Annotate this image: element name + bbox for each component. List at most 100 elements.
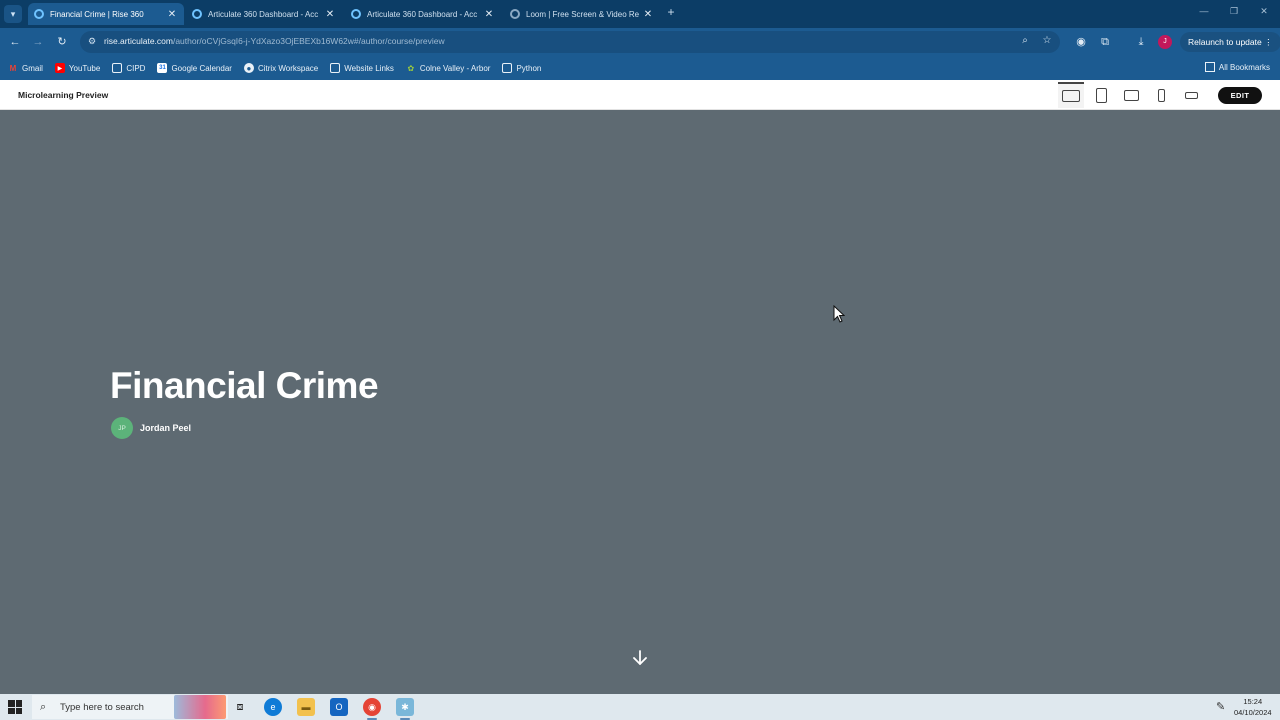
close-icon[interactable]: ✕ xyxy=(642,9,654,20)
phone-portrait-icon xyxy=(1157,88,1165,102)
relaunch-to-update-button[interactable]: Relaunch to update ⋮ xyxy=(1180,32,1280,52)
downloads-icon[interactable]: ⤓ xyxy=(1133,34,1149,50)
zoom-icon[interactable]: ⌕ xyxy=(1018,35,1032,49)
search-highlight-image xyxy=(174,695,226,719)
bookmark-citrix-workspace[interactable]: ● Citrix Workspace xyxy=(243,63,318,73)
bookmark-cipd[interactable]: CIPD xyxy=(112,63,145,73)
author-avatar: JP xyxy=(111,417,133,439)
tab-strip: ▾ Financial Crime | Rise 360 ✕ Articulat… xyxy=(0,0,1280,28)
extensions-puzzle-icon[interactable]: ⧉ xyxy=(1097,34,1113,50)
bookmark-label: Colne Valley - Arbor xyxy=(419,63,491,73)
tab-title: Loom | Free Screen & Video Re xyxy=(526,9,640,19)
articulate-favicon-icon xyxy=(351,9,361,19)
preview-header: Microlearning Preview EDIT xyxy=(0,80,1280,110)
system-clock[interactable]: 15:24 04/10/2024 xyxy=(1234,696,1272,718)
reload-icon[interactable]: ↻ xyxy=(54,34,70,50)
preview-title: Microlearning Preview xyxy=(18,90,109,100)
task-view-icon[interactable]: ⧈ xyxy=(231,698,249,716)
youtube-icon: ▶ xyxy=(54,63,65,73)
url-path: /author/oCVjGsqI6-j-YdXazo3OjEBEXb16W62w… xyxy=(172,36,445,46)
desktop-icon xyxy=(1062,90,1080,102)
taskbar: ⌕ Type here to search ⧈ e ▬ O ◉ ✱ ✎ 15:2… xyxy=(0,694,1280,720)
site-info-icon[interactable]: ⚙ xyxy=(88,36,100,48)
taskbar-search[interactable]: ⌕ Type here to search xyxy=(32,695,228,719)
bookmark-gmail[interactable]: M Gmail xyxy=(8,63,43,73)
bookmark-website-links[interactable]: Website Links xyxy=(330,63,394,73)
back-icon[interactable]: ← xyxy=(7,34,23,50)
tab-financial-crime[interactable]: Financial Crime | Rise 360 ✕ xyxy=(28,3,184,25)
author-row: JP Jordan Peel xyxy=(111,417,191,439)
search-icon: ⌕ xyxy=(40,700,47,713)
bookmark-python[interactable]: Python xyxy=(502,63,541,73)
bookmark-label: Python xyxy=(516,63,542,73)
bookmarks-bar: M Gmail ▶ YouTube CIPD 31 Google Calenda… xyxy=(0,56,1280,80)
citrix-icon: ● xyxy=(243,63,254,73)
address-bar[interactable]: ⚙ rise.articulate.com/author/oCVjGsqI6-j… xyxy=(80,31,1060,53)
tab-title: Articulate 360 Dashboard - Acc xyxy=(367,9,478,19)
mouse-cursor-icon xyxy=(833,305,845,323)
bookmark-label: Google Calendar xyxy=(171,63,232,73)
window-close-icon[interactable]: ✕ xyxy=(1256,6,1272,17)
minimize-icon[interactable]: — xyxy=(1196,6,1212,16)
bookmark-star-icon[interactable]: ☆ xyxy=(1040,35,1054,49)
tablet-landscape-icon xyxy=(1123,89,1139,101)
tab-articulate-dashboard-2[interactable]: Articulate 360 Dashboard - Acc ✕ xyxy=(345,3,501,25)
bookmark-label: Gmail xyxy=(22,63,43,73)
new-tab-icon[interactable]: + xyxy=(664,5,678,21)
bookmark-google-calendar[interactable]: 31 Google Calendar xyxy=(157,63,232,73)
close-icon[interactable]: ✕ xyxy=(483,9,495,20)
clock-time: 15:24 xyxy=(1243,697,1263,706)
phone-landscape-icon xyxy=(1184,91,1198,99)
bookmark-label: CIPD xyxy=(126,63,146,73)
scroll-down-arrow-icon[interactable] xyxy=(630,648,650,668)
clock-date: 04/10/2024 xyxy=(1234,708,1272,717)
folder-icon xyxy=(112,63,123,73)
loom-app-icon[interactable]: ✱ xyxy=(396,698,414,720)
taskbar-search-placeholder: Type here to search xyxy=(60,701,144,713)
tablet-portrait-icon xyxy=(1095,87,1107,103)
bookmark-label: YouTube xyxy=(68,63,101,73)
all-bookmarks-label: All Bookmarks xyxy=(1218,62,1270,72)
close-icon[interactable]: ✕ xyxy=(166,9,178,20)
tab-title: Articulate 360 Dashboard - Acc xyxy=(208,9,319,19)
browser-toolbar: ← → ↻ ⚙ rise.articulate.com/author/oCVjG… xyxy=(0,28,1280,56)
restore-icon[interactable]: ❐ xyxy=(1226,6,1242,17)
url-text: rise.articulate.com/author/oCVjGsqI6-j-Y… xyxy=(104,36,445,46)
loom-favicon-icon xyxy=(510,9,520,19)
bookmark-colne-valley-arbor[interactable]: ✿ Colne Valley - Arbor xyxy=(406,63,491,73)
profile-avatar[interactable]: J xyxy=(1158,35,1172,49)
calendar-icon: 31 xyxy=(157,63,168,73)
tablet-landscape-view-button[interactable] xyxy=(1118,82,1144,108)
extension-badge-icon[interactable]: ◉ xyxy=(1073,34,1089,50)
relaunch-label: Relaunch to update xyxy=(1188,37,1262,47)
close-icon[interactable]: ✕ xyxy=(324,9,336,20)
chrome-icon[interactable]: ◉ xyxy=(363,698,381,720)
windows-start-icon[interactable] xyxy=(8,700,22,714)
course-cover: Financial Crime JP Jordan Peel xyxy=(0,111,1280,694)
articulate-favicon-icon xyxy=(192,9,202,19)
folder-icon xyxy=(502,63,513,73)
tab-title: Financial Crime | Rise 360 xyxy=(50,9,144,19)
gmail-icon: M xyxy=(9,63,17,73)
author-name: Jordan Peel xyxy=(140,423,192,433)
tablet-portrait-view-button[interactable] xyxy=(1088,82,1114,108)
phone-landscape-view-button[interactable] xyxy=(1178,82,1204,108)
tab-loom[interactable]: Loom | Free Screen & Video Re ✕ xyxy=(504,3,660,25)
edge-icon[interactable]: e xyxy=(264,698,282,716)
forward-icon[interactable]: → xyxy=(30,34,46,50)
desktop-view-button[interactable] xyxy=(1058,82,1084,108)
all-bookmarks-button[interactable]: All Bookmarks xyxy=(1204,62,1270,72)
pen-tray-icon[interactable]: ✎ xyxy=(1216,700,1225,713)
bookmark-label: Website Links xyxy=(344,63,394,73)
file-explorer-icon[interactable]: ▬ xyxy=(297,698,315,716)
phone-portrait-view-button[interactable] xyxy=(1148,82,1174,108)
edit-button[interactable]: EDIT xyxy=(1218,87,1262,104)
url-host: rise.articulate.com xyxy=(104,36,173,46)
tab-articulate-dashboard-1[interactable]: Articulate 360 Dashboard - Acc ✕ xyxy=(186,3,342,25)
rise-favicon-icon xyxy=(34,9,44,19)
outlook-icon[interactable]: O xyxy=(330,698,348,716)
arbor-icon: ✿ xyxy=(407,63,415,73)
tab-search-button[interactable]: ▾ xyxy=(4,5,22,23)
bookmark-youtube[interactable]: ▶ YouTube xyxy=(54,63,101,73)
folder-icon xyxy=(330,63,341,73)
